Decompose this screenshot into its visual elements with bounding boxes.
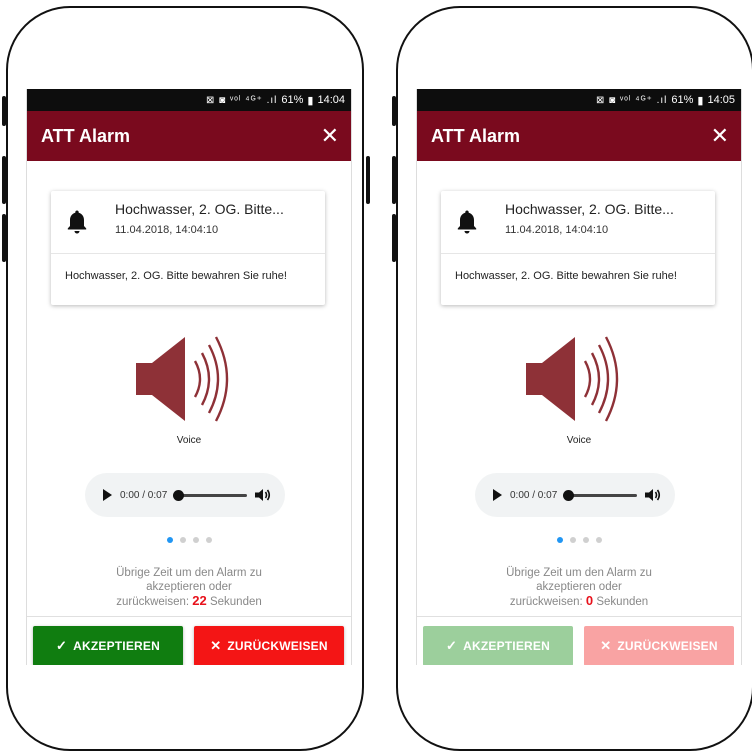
speaker-icon — [136, 336, 229, 422]
action-bar: ✓ AKZEPTIEREN ✕ ZURÜCKWEISEN — [417, 616, 741, 665]
remaining-line-3: zurückweisen: 0 Sekunden — [417, 594, 741, 609]
clock: 14:05 — [707, 94, 735, 106]
remaining-prefix: zurückweisen: — [509, 596, 583, 608]
remaining-line-3: zurückweisen: 22 Sekunden — [27, 594, 351, 609]
audio-time: 0:00 / 0:07 — [120, 489, 168, 501]
power-button — [366, 156, 370, 204]
status-icons: ⊠ ◙ ᵛᵒˡ ⁴ᴳ⁺ .ıl — [205, 94, 278, 106]
alarm-datetime: 11.04.2018, 14:04:10 — [115, 224, 219, 236]
side-button — [392, 96, 396, 126]
accept-label: AKZEPTIEREN — [463, 639, 550, 653]
bell-icon — [457, 210, 477, 234]
remaining-time: Übrige Zeit um den Alarm zu akzeptieren … — [417, 566, 741, 609]
status-bar: ⊠ ◙ ᵛᵒˡ ⁴ᴳ⁺ .ıl 61% ▮ 14:05 — [417, 89, 741, 111]
battery-level: 61% — [281, 94, 304, 106]
side-button — [2, 214, 6, 262]
accept-button-disabled: ✓ AKZEPTIEREN — [423, 626, 573, 665]
page-dot[interactable] — [556, 537, 563, 543]
app-bar: ATT Alarm ✕ — [417, 111, 741, 161]
page-dot[interactable] — [569, 537, 576, 543]
page-dot[interactable] — [192, 537, 199, 543]
close-icon[interactable]: ✕ — [711, 125, 729, 147]
alarm-card: Hochwasser, 2. OG. Bitte... 11.04.2018, … — [51, 191, 325, 305]
alarm-message: Hochwasser, 2. OG. Bitte bewahren Sie ru… — [455, 270, 677, 282]
check-icon: ✓ — [446, 638, 458, 653]
accept-label: AKZEPTIEREN — [73, 639, 160, 653]
countdown-value: 22 — [192, 593, 207, 608]
alarm-subject: Hochwasser, 2. OG. Bitte... — [505, 201, 674, 217]
action-bar: ✓ AKZEPTIEREN ✕ ZURÜCKWEISEN — [27, 616, 351, 665]
battery-icon: ▮ — [697, 94, 704, 107]
phone-frame-right: ⊠ ◙ ᵛᵒˡ ⁴ᴳ⁺ .ıl 61% ▮ 14:05 ATT Alarm ✕ … — [392, 6, 752, 751]
pagination-dots — [417, 537, 741, 543]
app-title: ATT Alarm — [41, 125, 131, 146]
alarm-card-header: Hochwasser, 2. OG. Bitte... 11.04.2018, … — [51, 191, 325, 254]
volume-icon[interactable] — [255, 488, 271, 502]
alarm-card: Hochwasser, 2. OG. Bitte... 11.04.2018, … — [441, 191, 715, 305]
reject-button-disabled: ✕ ZURÜCKWEISEN — [584, 626, 734, 665]
reject-button[interactable]: ✕ ZURÜCKWEISEN — [194, 626, 344, 665]
page-dot[interactable] — [166, 537, 173, 543]
reject-label: ZURÜCKWEISEN — [617, 639, 718, 653]
pagination-dots — [27, 537, 351, 543]
page-dot[interactable] — [205, 537, 212, 543]
seek-knob[interactable] — [173, 489, 185, 501]
volume-icon[interactable] — [645, 488, 661, 502]
alarm-message: Hochwasser, 2. OG. Bitte bewahren Sie ru… — [65, 270, 287, 282]
app-title: ATT Alarm — [431, 125, 521, 146]
app-bar: ATT Alarm ✕ — [27, 111, 351, 161]
media-label: Voice — [176, 435, 202, 446]
side-button — [392, 156, 396, 204]
reject-label: ZURÜCKWEISEN — [227, 639, 328, 653]
play-icon[interactable] — [493, 489, 502, 501]
audio-seek-bar[interactable] — [563, 489, 637, 501]
x-icon: ✕ — [210, 638, 222, 653]
clock: 14:04 — [317, 94, 345, 106]
alarm-subject: Hochwasser, 2. OG. Bitte... — [115, 201, 284, 217]
seek-knob[interactable] — [563, 489, 575, 501]
play-icon[interactable] — [103, 489, 112, 501]
remaining-line-2: akzeptieren oder — [146, 581, 232, 593]
status-bar: ⊠ ◙ ᵛᵒˡ ⁴ᴳ⁺ .ıl 61% ▮ 14:04 — [27, 89, 351, 111]
remaining-time: Übrige Zeit um den Alarm zu akzeptieren … — [27, 566, 351, 609]
audio-seek-bar[interactable] — [173, 489, 247, 501]
screen: ⊠ ◙ ᵛᵒˡ ⁴ᴳ⁺ .ıl 61% ▮ 14:04 ATT Alarm ✕ … — [26, 89, 352, 665]
side-button — [392, 214, 396, 262]
countdown-value: 0 — [585, 593, 594, 608]
speaker-icon — [526, 336, 619, 422]
page-dot[interactable] — [179, 537, 186, 543]
battery-level: 61% — [671, 94, 694, 106]
side-button — [2, 156, 6, 204]
remaining-suffix: Sekunden — [596, 596, 649, 608]
alarm-card-header: Hochwasser, 2. OG. Bitte... 11.04.2018, … — [441, 191, 715, 254]
close-icon[interactable]: ✕ — [321, 125, 339, 147]
status-icons: ⊠ ◙ ᵛᵒˡ ⁴ᴳ⁺ .ıl — [595, 94, 668, 106]
phone-frame-left: ⊠ ◙ ᵛᵒˡ ⁴ᴳ⁺ .ıl 61% ▮ 14:04 ATT Alarm ✕ … — [2, 6, 370, 751]
accept-button[interactable]: ✓ AKZEPTIEREN — [33, 626, 183, 665]
screen: ⊠ ◙ ᵛᵒˡ ⁴ᴳ⁺ .ıl 61% ▮ 14:05 ATT Alarm ✕ … — [416, 89, 742, 665]
x-icon: ✕ — [600, 638, 612, 653]
check-icon: ✓ — [56, 638, 68, 653]
bell-icon — [67, 210, 87, 234]
audio-player: 0:00 / 0:07 — [85, 473, 285, 517]
page-dot[interactable] — [595, 537, 602, 543]
remaining-suffix: Sekunden — [209, 596, 262, 608]
remaining-line-1: Übrige Zeit um den Alarm zu — [506, 567, 652, 579]
audio-player: 0:00 / 0:07 — [475, 473, 675, 517]
audio-time: 0:00 / 0:07 — [510, 489, 558, 501]
battery-icon: ▮ — [307, 94, 314, 107]
remaining-line-1: Übrige Zeit um den Alarm zu — [116, 567, 262, 579]
remaining-prefix: zurückweisen: — [116, 596, 190, 608]
media-label: Voice — [566, 435, 592, 446]
side-button — [2, 96, 6, 126]
alarm-datetime: 11.04.2018, 14:04:10 — [505, 224, 609, 236]
remaining-line-2: akzeptieren oder — [536, 581, 622, 593]
page-dot[interactable] — [582, 537, 589, 543]
